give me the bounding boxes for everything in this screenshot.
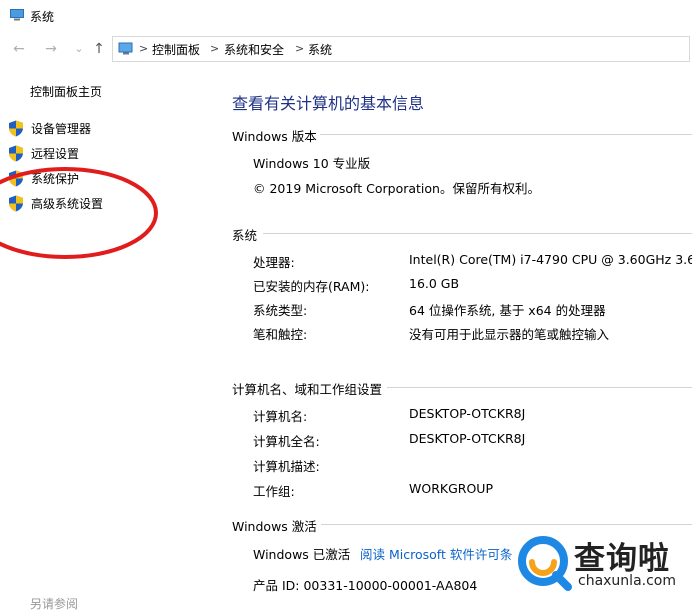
computer-name-value: DESKTOP-OTCKR8J — [409, 406, 526, 421]
sidebar-item-remote-settings[interactable]: 远程设置 — [6, 143, 206, 163]
system-icon — [10, 9, 24, 21]
see-also-heading: 另请参阅 — [30, 597, 79, 611]
workgroup-value: WORKGROUP — [409, 481, 493, 496]
sidebar-item-label: 高级系统设置 — [31, 197, 104, 211]
license-terms-link[interactable]: 阅读 Microsoft 软件许可条 — [360, 544, 512, 563]
sidebar-item-label: 系统保护 — [31, 172, 80, 186]
processor-value: Intel(R) Core(TM) i7-4790 CPU @ 3.60GHz … — [409, 252, 692, 267]
breadcrumb-system[interactable]: 系统 — [308, 41, 332, 58]
workgroup-label: 工作组: — [253, 484, 295, 499]
system-type-value: 64 位操作系统, 基于 x64 的处理器 — [409, 303, 606, 318]
search-magnifier-logo-icon — [518, 536, 572, 591]
computer-description-label: 计算机描述: — [253, 459, 320, 474]
section-heading-computer-name: 计算机名、域和工作组设置 — [232, 382, 383, 397]
control-panel-icon — [118, 42, 133, 55]
window-title: 系统 — [30, 10, 55, 24]
product-id: 产品 ID: 00331-10000-00001-AA804 — [253, 578, 478, 593]
sidebar-item-label: 设备管理器 — [31, 122, 92, 136]
breadcrumb-separator: > — [295, 42, 305, 55]
section-divider — [387, 387, 692, 388]
ram-value: 16.0 GB — [409, 276, 460, 291]
sidebar-item-system-protection[interactable]: 系统保护 — [6, 168, 206, 188]
full-computer-name-label: 计算机全名: — [253, 434, 320, 449]
windows-edition-value: Windows 10 专业版 — [253, 156, 371, 171]
page-title: 查看有关计算机的基本信息 — [232, 94, 425, 113]
section-heading-edition: Windows 版本 — [232, 129, 317, 144]
section-divider — [263, 233, 692, 234]
watermark-text: 查询啦 — [574, 541, 670, 577]
computer-name-label: 计算机名: — [253, 409, 308, 424]
back-arrow-icon[interactable]: ← — [10, 40, 28, 58]
recent-locations-chevron-icon[interactable]: ⌄ — [70, 40, 88, 58]
title-bar: 系统 — [0, 0, 692, 32]
shield-icon — [9, 170, 23, 187]
forward-arrow-icon[interactable]: → — [42, 40, 60, 58]
copyright-text: © 2019 Microsoft Corporation。保留所有权利。 — [253, 181, 540, 196]
section-heading-activation: Windows 激活 — [232, 519, 317, 534]
up-arrow-icon[interactable]: ↑ — [90, 40, 108, 58]
pen-touch-label: 笔和触控: — [253, 327, 308, 342]
full-computer-name-value: DESKTOP-OTCKR8J — [409, 431, 526, 446]
section-divider — [321, 524, 692, 525]
sidebar-item-device-manager[interactable]: 设备管理器 — [6, 118, 206, 138]
breadcrumb-system-security[interactable]: 系统和安全 — [224, 41, 284, 58]
ram-label: 已安装的内存(RAM): — [253, 279, 370, 294]
breadcrumb-control-panel[interactable]: 控制面板 — [152, 41, 200, 58]
sidebar-item-advanced-system-settings[interactable]: 高级系统设置 — [6, 193, 206, 213]
system-type-label: 系统类型: — [253, 303, 308, 318]
pen-touch-value: 没有可用于此显示器的笔或触控输入 — [409, 327, 610, 342]
activation-status: Windows 已激活 — [253, 547, 351, 562]
section-heading-system: 系统 — [232, 228, 258, 243]
breadcrumb-separator: > — [139, 42, 149, 55]
processor-label: 处理器: — [253, 255, 295, 270]
sidebar-item-label: 远程设置 — [31, 147, 80, 161]
navigation-bar: ← → ⌄ ↑ > 控制面板 > 系统和安全 > 系统 — [0, 32, 692, 66]
watermark-logo: 查询啦 chaxunla.com — [514, 532, 692, 592]
control-panel-home-link[interactable]: 控制面板主页 — [30, 83, 102, 100]
breadcrumb-separator: > — [210, 42, 220, 55]
sidebar: 控制面板主页 设备管理器 远程设置 系统保护 高级系统设置 另请参阅 — [0, 66, 215, 615]
shield-icon — [9, 120, 23, 137]
shield-icon — [9, 145, 23, 162]
address-bar[interactable]: > 控制面板 > 系统和安全 > 系统 — [112, 36, 690, 62]
section-divider — [320, 134, 692, 135]
watermark-domain: chaxunla.com — [578, 573, 676, 589]
shield-icon — [9, 195, 23, 212]
